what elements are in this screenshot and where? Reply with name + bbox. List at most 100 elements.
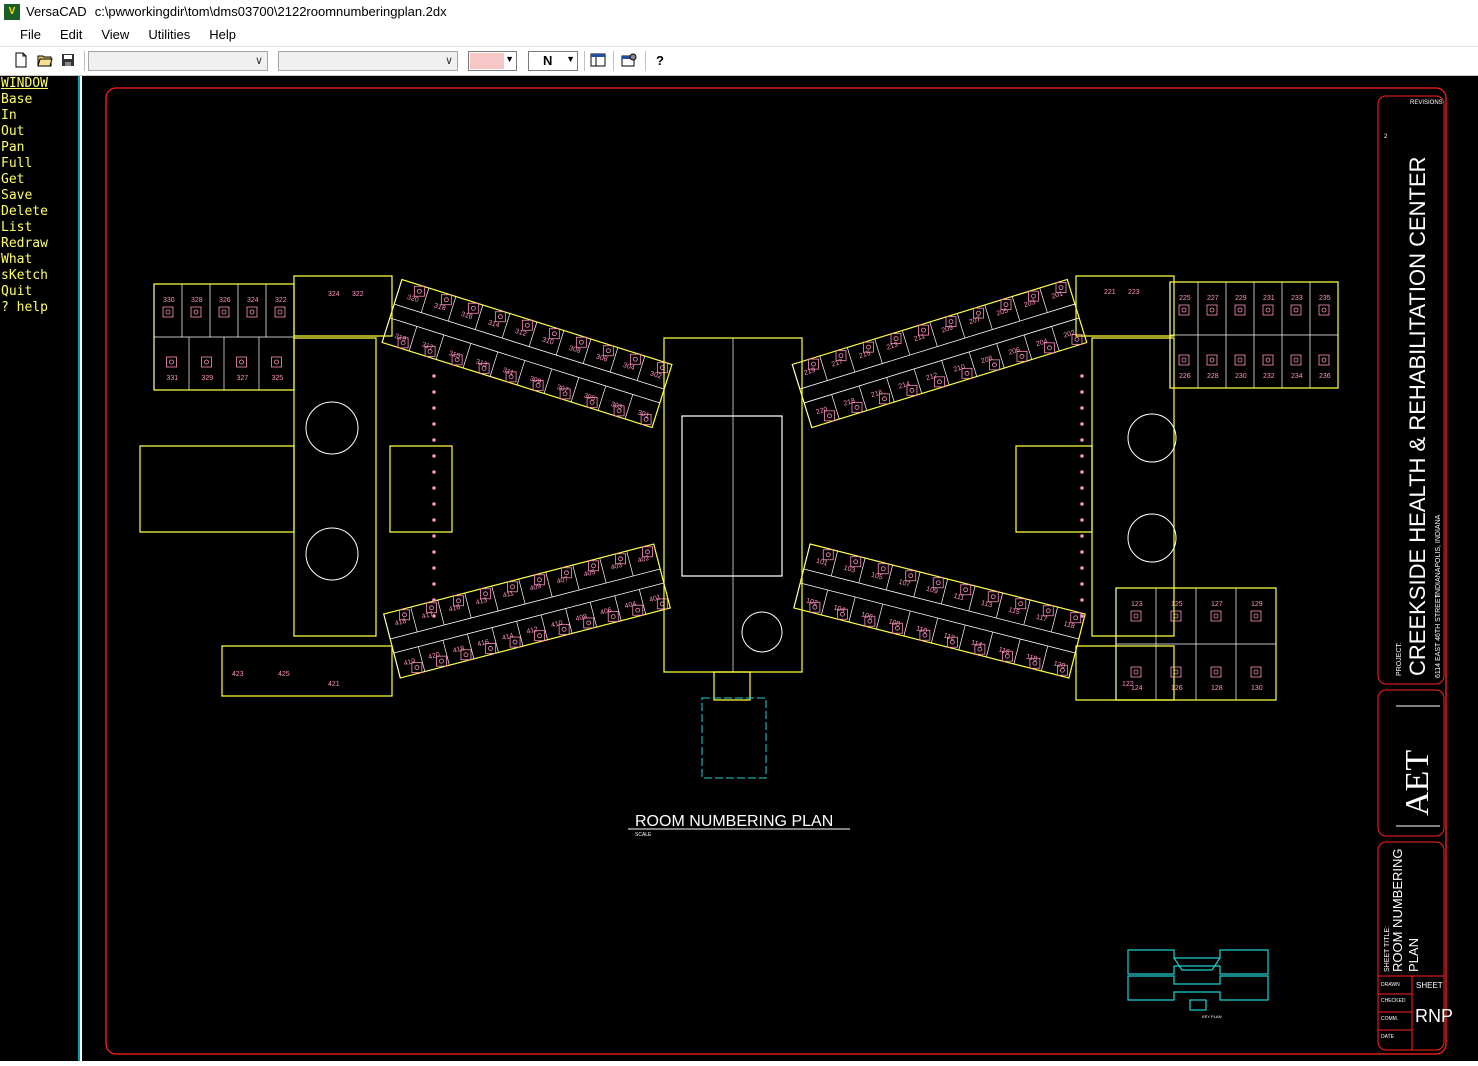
layer-table-icon[interactable]	[589, 51, 607, 69]
pen-select[interactable]: ∨	[278, 51, 458, 71]
room-number: 325	[272, 375, 284, 382]
room-partition	[830, 550, 838, 577]
dropdown-arrow-icon: ▼	[566, 54, 575, 64]
room-number: 101	[815, 558, 828, 568]
fixture-toilet	[1074, 336, 1080, 342]
room-partition	[886, 377, 895, 403]
east-pod	[1091, 337, 1175, 637]
cmd-window[interactable]: WINDOW	[0, 76, 78, 92]
bath-fixture	[1206, 304, 1218, 316]
room-partition	[986, 631, 994, 658]
cmd-what[interactable]: What	[0, 252, 78, 268]
room-partition	[831, 394, 840, 420]
cmd-base[interactable]: Base	[0, 92, 78, 108]
cmd-list[interactable]: List	[0, 220, 78, 236]
room-partition	[1023, 599, 1031, 626]
fixture-toilet	[1213, 669, 1219, 675]
east-dayroom-lower	[1127, 513, 1177, 563]
menu-bar: File Edit View Utilities Help	[0, 23, 1478, 47]
room-number: 329	[202, 375, 214, 382]
perimeter-marker	[1080, 486, 1084, 490]
room-number: 308	[568, 345, 581, 355]
menu-view[interactable]: View	[93, 27, 137, 42]
date-label: DATE	[1381, 1034, 1395, 1040]
fixture-toilet	[1253, 669, 1259, 675]
fixture-toilet	[439, 658, 444, 664]
cmd-help[interactable]: ? help	[0, 300, 78, 316]
perimeter-marker	[432, 438, 436, 442]
cmd-redraw[interactable]: Redraw	[0, 236, 78, 252]
cmd-in[interactable]: In	[0, 108, 78, 124]
save-icon[interactable]	[59, 51, 77, 69]
bath-fixture	[575, 336, 587, 348]
room-partition	[803, 402, 813, 428]
perimeter-marker	[432, 614, 436, 618]
room-number: 128	[1211, 685, 1223, 692]
fixture-toilet	[239, 359, 244, 365]
menu-edit[interactable]: Edit	[52, 27, 90, 42]
room-partition	[885, 564, 893, 591]
fixture-toilet	[165, 309, 171, 315]
bath-fixture	[877, 563, 889, 575]
perimeter-marker	[1080, 614, 1084, 618]
fixture-toilet	[1321, 307, 1327, 313]
room-partition	[803, 543, 811, 570]
perimeter-marker	[432, 390, 436, 394]
room-number: 320	[406, 294, 419, 304]
cmd-out[interactable]: Out	[0, 124, 78, 140]
fixture-toilet	[610, 614, 616, 619]
open-folder-icon[interactable]	[36, 51, 54, 69]
toolbar-separator	[613, 51, 614, 71]
fixture-toilet	[948, 319, 954, 325]
room-number: 324	[247, 297, 259, 304]
bath-fixture	[271, 356, 282, 368]
fixture-toilet	[537, 633, 542, 639]
bath-fixture	[1015, 598, 1027, 610]
bath-fixture	[987, 591, 999, 603]
toolbar-separator	[584, 51, 585, 71]
room-partition	[913, 571, 921, 598]
layer-select[interactable]: ∨	[88, 51, 268, 71]
checked-label: CHECKED	[1381, 998, 1406, 1004]
cmd-quit[interactable]: Quit	[0, 284, 78, 300]
cmd-get[interactable]: Get	[0, 172, 78, 188]
room-partition	[462, 343, 472, 369]
menu-file[interactable]: File	[12, 27, 49, 42]
drawing-canvas[interactable]: REVISIONS 2 CREEKSIDE HEALTH & REHABILIT…	[82, 76, 1478, 1061]
room-partition	[393, 279, 403, 305]
room-number: 302	[649, 370, 662, 380]
fixture-toilet	[976, 310, 981, 316]
perimeter-marker	[432, 550, 436, 554]
perimeter-marker	[432, 374, 436, 378]
bath-fixture	[440, 294, 452, 306]
help-icon[interactable]: ?	[651, 51, 669, 69]
perimeter-marker	[1080, 390, 1084, 394]
room-number: 211	[913, 333, 926, 343]
fixture-toilet	[1321, 357, 1327, 363]
room-number: 328	[191, 297, 203, 304]
cmd-save[interactable]: Save	[0, 188, 78, 204]
key-plan	[1127, 949, 1269, 1011]
cad-drawing[interactable]: REVISIONS 2 CREEKSIDE HEALTH & REHABILIT…	[82, 76, 1478, 1061]
bath-fixture	[656, 362, 668, 374]
n-dropdown[interactable]: N ▼	[528, 51, 578, 71]
sheet-label: SHEET	[1416, 981, 1443, 990]
versacad-app-icon[interactable]: V	[4, 3, 20, 20]
room-number: 111	[953, 593, 965, 602]
fixture-toilet	[1181, 357, 1187, 363]
cmd-pan[interactable]: Pan	[0, 140, 78, 156]
room-number: 418	[394, 618, 407, 628]
color-swatch-dropdown[interactable]: ▼	[468, 51, 517, 71]
fixture-toilet	[964, 370, 970, 376]
cmd-delete[interactable]: Delete	[0, 204, 78, 220]
sw-lower-rooms	[221, 645, 393, 697]
menu-help[interactable]: Help	[201, 27, 244, 42]
cmd-sketch[interactable]: sKetch	[0, 268, 78, 284]
cmd-full[interactable]: Full	[0, 156, 78, 172]
perimeter-marker	[1080, 598, 1084, 602]
room-partition	[501, 313, 511, 339]
new-file-icon[interactable]	[12, 51, 30, 69]
settings-icon[interactable]	[620, 51, 638, 69]
west-service-wing	[139, 445, 295, 533]
menu-utilities[interactable]: Utilities	[140, 27, 198, 42]
